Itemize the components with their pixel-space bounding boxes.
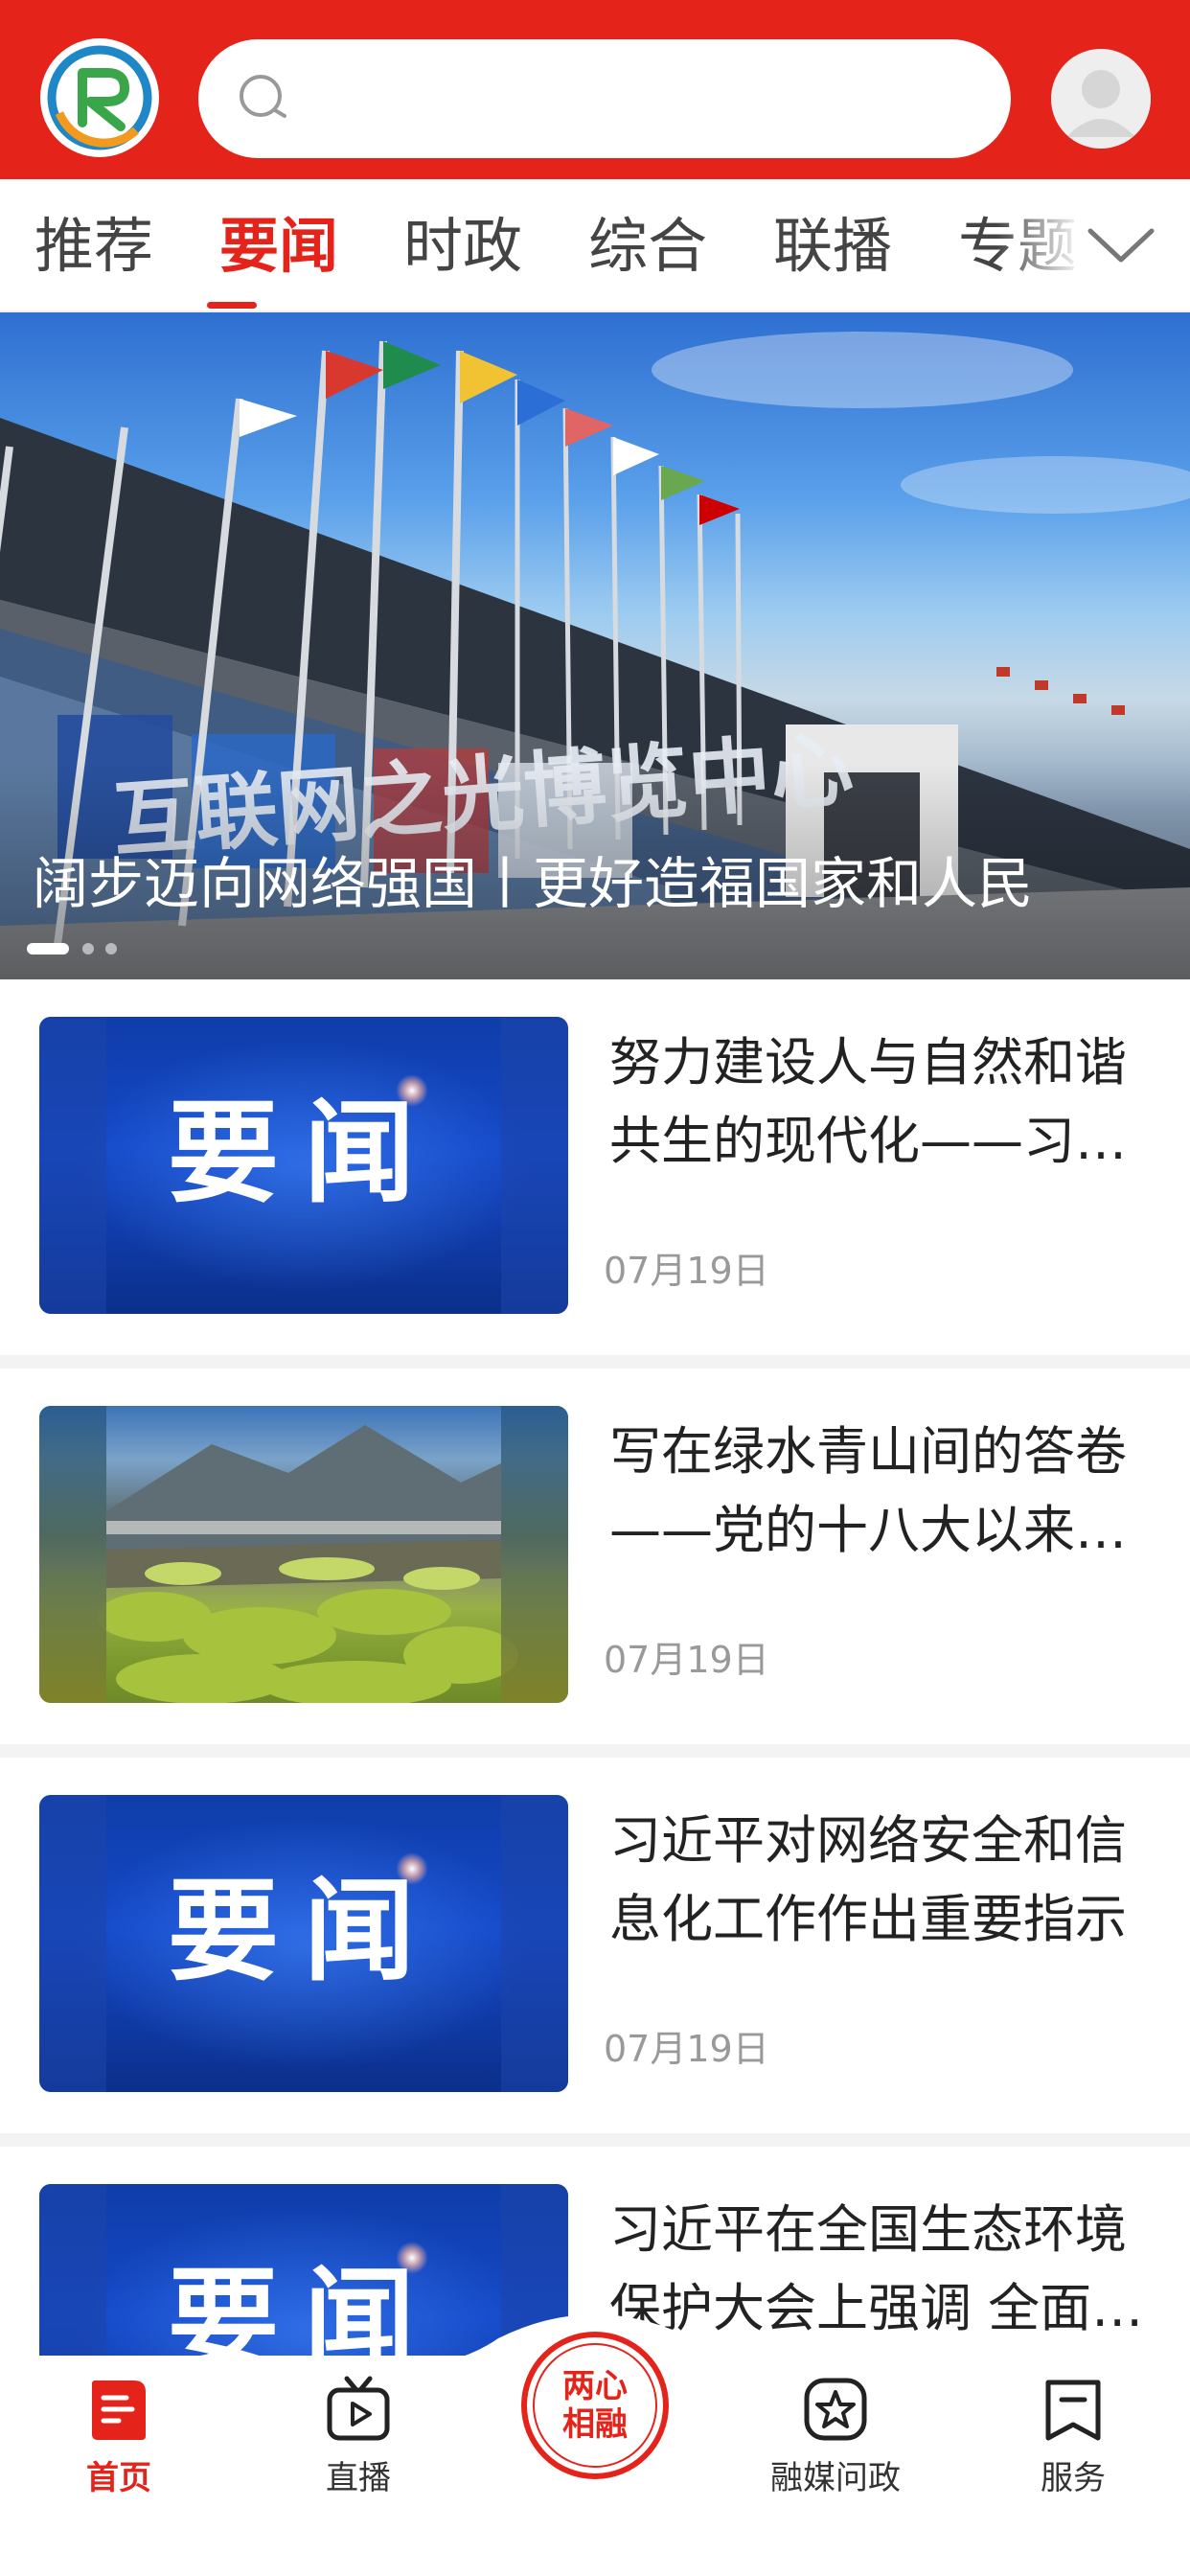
nav-media-inquiry-label: 融媒问政	[770, 2459, 901, 2497]
tab-general[interactable]: 综合	[588, 208, 707, 285]
carousel-dot	[82, 943, 94, 954]
news-date: 07月19日	[604, 1639, 769, 1681]
nav-home[interactable]: 首页	[23, 2375, 215, 2518]
chevron-down-icon[interactable]	[1083, 218, 1159, 275]
home-icon	[92, 2380, 146, 2440]
nav-live[interactable]: 直播	[263, 2375, 454, 2518]
nav-services[interactable]: 服务	[977, 2375, 1169, 2518]
tv-play-icon	[327, 2376, 390, 2441]
center-label-line2: 相融	[562, 2405, 628, 2444]
center-label-line1: 两心	[562, 2367, 628, 2405]
news-thumbnail	[39, 1406, 568, 1703]
tab-broadcast[interactable]: 联播	[773, 208, 892, 285]
nav-services-label: 服务	[1041, 2459, 1106, 2497]
search-bar[interactable]	[198, 39, 1011, 158]
center-feature-button[interactable]: 两心 相融	[518, 2329, 672, 2482]
nav-media-inquiry[interactable]: 融媒问政	[740, 2375, 931, 2518]
news-thumbnail: 要闻	[39, 1017, 568, 1314]
search-icon	[240, 75, 286, 118]
news-date: 07月19日	[604, 2028, 769, 2070]
app-logo[interactable]	[40, 38, 159, 157]
tab-recommend[interactable]: 推荐	[34, 208, 153, 285]
tabs-fade	[996, 198, 1083, 294]
news-date: 07月19日	[604, 1250, 769, 1292]
thumbnail-text: 要闻	[168, 1089, 440, 1218]
news-thumbnail: 要闻	[39, 1795, 568, 2092]
nav-live-label: 直播	[326, 2459, 391, 2497]
landscape-image	[97, 1425, 518, 1703]
carousel-dot-active	[27, 943, 69, 954]
banner-carousel[interactable]: 互联网之光博览中心 阔步迈向网络强国丨更好造福国家和人民	[0, 312, 1190, 979]
thumbnail-text: 要闻	[168, 1867, 440, 1996]
category-tabs: 推荐 要闻 时政 综合 联播 专题	[0, 179, 1190, 312]
search-input[interactable]	[304, 39, 974, 158]
tab-politics[interactable]: 时政	[403, 208, 522, 285]
divider	[0, 1744, 1190, 1758]
news-item[interactable]: 要闻 习近平对网络安全和信息化工作作出重要指示 07月19日	[0, 1758, 1190, 2133]
banner-title[interactable]: 阔步迈向网络强国丨更好造福国家和人民	[33, 849, 1033, 918]
news-title[interactable]: 写在绿水青山间的答卷——党的十八大以来生态文明建设成就综述	[609, 1413, 1146, 1570]
app-logo-mark	[47, 45, 152, 150]
active-tab-indicator	[207, 302, 257, 309]
app-header	[0, 0, 1190, 179]
news-title[interactable]: 习近平对网络安全和信息化工作作出重要指示	[609, 1802, 1146, 1959]
divider	[0, 2133, 1190, 2147]
news-item[interactable]: 写在绿水青山间的答卷——党的十八大以来生态文明建设成就综述 07月19日	[0, 1368, 1190, 1744]
user-icon	[1051, 49, 1151, 149]
news-item[interactable]: 要闻 努力建设人与自然和谐共生的现代化——习近平总书记指引生态文明建设 07月1…	[0, 979, 1190, 1355]
carousel-dot	[105, 943, 117, 954]
divider	[0, 1355, 1190, 1368]
user-avatar[interactable]	[1051, 49, 1151, 149]
news-title[interactable]: 努力建设人与自然和谐共生的现代化——习近平总书记指引生态文明建设	[609, 1024, 1146, 1181]
tab-headlines[interactable]: 要闻	[219, 208, 338, 285]
bookmark-icon	[1045, 2380, 1101, 2441]
star-chat-icon	[804, 2378, 867, 2441]
nav-home-label: 首页	[86, 2459, 151, 2497]
center-button-label: 两心 相融	[518, 2329, 672, 2482]
